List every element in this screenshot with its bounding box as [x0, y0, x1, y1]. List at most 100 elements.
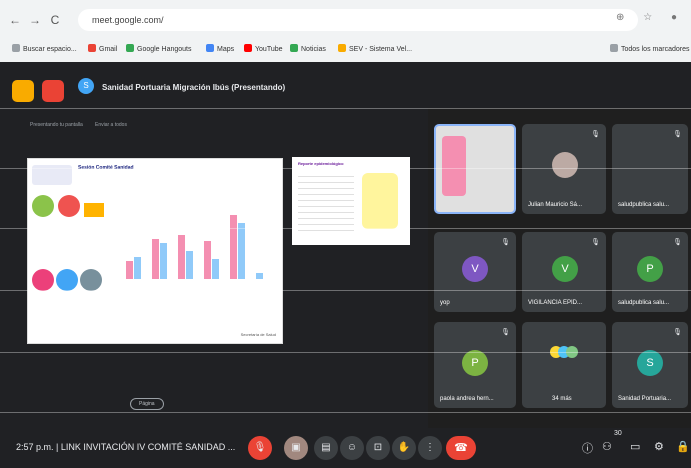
camera-off-icon[interactable]: ▣ — [284, 436, 308, 460]
bar — [256, 273, 263, 279]
participant-tile-self[interactable] — [434, 124, 516, 214]
participant-tile[interactable]: V 🎙 yop — [434, 232, 516, 312]
slide-portrait — [80, 269, 102, 291]
bar — [178, 235, 185, 279]
mic-off-icon: 🎙 — [673, 131, 682, 138]
bookmark-item[interactable]: SEV - Sistema Vel... — [338, 40, 412, 60]
participant-avatar: S — [637, 350, 663, 376]
mic-off-icon[interactable]: 🎙 — [248, 436, 272, 460]
mic-off-icon: 🎙 — [501, 239, 510, 246]
stage-hint: Enviar a todos — [95, 122, 127, 128]
bar — [230, 215, 237, 279]
present-icon[interactable]: ⊡ — [366, 436, 390, 460]
people-count-badge: 30 — [614, 430, 622, 437]
participant-tile[interactable]: 🎙 Julian Mauricio Sá... — [522, 124, 606, 214]
participant-avatar: P — [462, 350, 488, 376]
record-icon[interactable] — [42, 80, 64, 102]
captions-icon[interactable]: ▤ — [314, 436, 338, 460]
bar — [238, 223, 245, 279]
slide-badge — [84, 203, 104, 217]
participant-tile[interactable]: P 🎙 paola andrea hern... — [434, 322, 516, 408]
secondary-slide-table — [298, 171, 354, 235]
participant-avatar: P — [637, 256, 663, 282]
scan-line — [0, 352, 691, 353]
end-call-button[interactable]: ☎ — [446, 436, 476, 460]
scan-line — [0, 412, 691, 413]
bookmarks-bar: Buscar espacio... Gmail Google Hangouts … — [0, 40, 691, 60]
slide-portrait — [32, 269, 54, 291]
participant-tile[interactable]: P 🎙 saludpublica salu... — [612, 232, 688, 312]
secondary-slide-title: Reporte epidemiológico — [298, 161, 344, 166]
meeting-time-title: 2:57 p.m. | LINK INVITACIÓN IV COMITÉ SA… — [16, 442, 236, 452]
control-bar: 2:57 p.m. | LINK INVITACIÓN IV COMITÉ SA… — [0, 428, 691, 468]
emoji-icon[interactable]: ☺ — [340, 436, 364, 460]
mic-off-icon: 🎙 — [591, 131, 600, 138]
slide-portrait — [58, 195, 80, 217]
bookmark-item[interactable]: YouTube — [244, 40, 283, 60]
participant-name: saludpublica salu... — [618, 300, 670, 306]
participant-tile[interactable]: 🎙 saludpublica salu... — [612, 124, 688, 214]
scan-line — [0, 228, 691, 229]
participant-avatar: V — [462, 256, 488, 282]
bar — [186, 251, 193, 279]
mic-off-icon: 🎙 — [673, 239, 682, 246]
slide-chart — [124, 199, 274, 279]
bar — [160, 243, 167, 279]
reload-icon[interactable]: C — [48, 13, 62, 27]
activities-icon[interactable]: ⚙ — [654, 440, 664, 453]
participant-avatar: V — [552, 256, 578, 282]
bookmark-item[interactable]: Noticias — [290, 40, 326, 60]
participant-name: Julian Mauricio Sá... — [528, 202, 583, 208]
browser-action-icons[interactable]: ⊕ ☆ ● — [616, 12, 685, 23]
more-participants-label: 34 más — [552, 396, 572, 402]
participant-name: Sanidad Portuaria... — [618, 396, 672, 402]
browser-chrome: ← → C meet.google.com/ ⊕ ☆ ● Buscar espa… — [0, 0, 691, 62]
bookmark-item[interactable]: Maps — [206, 40, 234, 60]
scan-line — [0, 108, 691, 109]
chat-icon[interactable]: ▭ — [630, 440, 640, 453]
more-options-icon[interactable]: ⋮ — [418, 436, 442, 460]
participant-name: paola andrea hern... — [440, 396, 494, 402]
scan-line — [0, 290, 691, 291]
participant-photo — [552, 152, 578, 178]
bookmark-item[interactable]: Google Hangouts — [126, 40, 191, 60]
page-indicator[interactable]: Página — [130, 398, 164, 410]
participant-tile[interactable]: S 🎙 Sanidad Portuaria... — [612, 322, 688, 408]
meet-window: ← → C meet.google.com/ ⊕ ☆ ● Buscar espa… — [0, 0, 691, 468]
stage-hint: Presentando tu pantalla — [30, 122, 83, 128]
forward-icon[interactable]: → — [28, 13, 42, 27]
raise-hand-icon[interactable]: ✋ — [392, 436, 416, 460]
participant-name: saludpublica salu... — [618, 202, 670, 208]
people-icon[interactable]: ⚇ — [602, 440, 612, 453]
presenter-avatar: S — [78, 78, 94, 94]
bookmark-item[interactable]: Gmail — [88, 40, 117, 60]
slide-footer: Secretaría de Salud — [240, 332, 276, 337]
participant-name: yop — [440, 300, 450, 306]
bookmark-item[interactable]: Buscar espacio... — [12, 40, 77, 60]
bookmark-item[interactable]: Todos los marcadores — [610, 40, 689, 60]
secondary-slide-map — [362, 173, 398, 229]
participant-tile[interactable]: V 🎙 VIGILANCIA EPID... — [522, 232, 606, 312]
back-icon[interactable]: ← — [8, 13, 22, 27]
mic-off-icon: 🎙 — [673, 329, 682, 336]
bar — [212, 259, 219, 279]
bar — [134, 257, 141, 279]
secondary-slide: Reporte epidemiológico — [292, 157, 410, 245]
host-controls-icon[interactable]: 🔒 — [676, 440, 690, 453]
participant-stack-icon — [550, 346, 578, 362]
mic-off-icon: 🎙 — [591, 239, 600, 246]
presenter-title: Sanidad Portuaria Migración Ibús (Presen… — [102, 83, 286, 92]
bar — [126, 261, 133, 279]
bar — [152, 239, 159, 279]
mic-off-icon: 🎙 — [501, 329, 510, 336]
app-tile-icon[interactable] — [12, 80, 34, 102]
scan-line — [0, 168, 691, 169]
participant-video — [442, 136, 466, 196]
more-participants-tile[interactable]: 34 más — [522, 322, 606, 408]
address-bar[interactable]: meet.google.com/ — [78, 9, 638, 31]
bar — [204, 241, 211, 279]
participant-name: VIGILANCIA EPID... — [528, 300, 583, 306]
main-slide: Sesión Comité Sanidad Secretaría de Salu… — [27, 158, 283, 344]
info-icon[interactable]: ⓘ — [582, 440, 593, 456]
slide-portrait — [56, 269, 78, 291]
